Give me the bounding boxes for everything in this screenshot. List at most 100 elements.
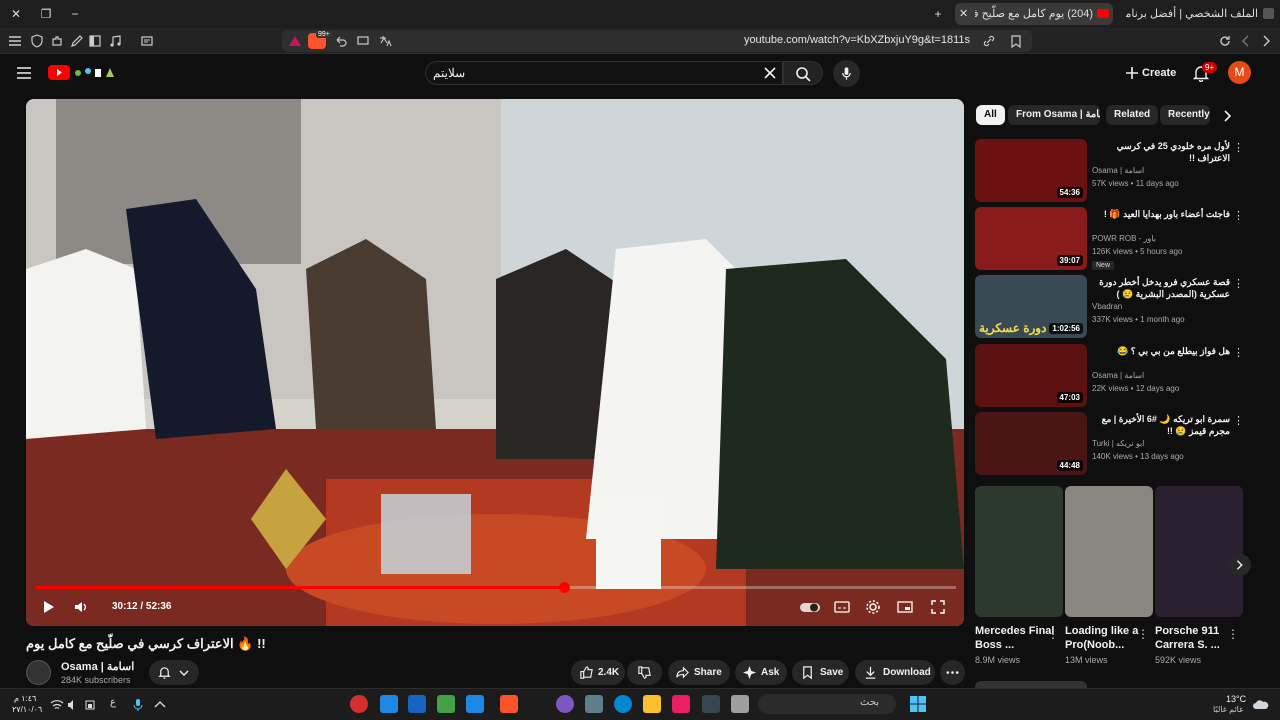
steam-icon[interactable] xyxy=(702,695,720,713)
short-title[interactable]: Loading like a Pro(Noob... xyxy=(1065,624,1145,652)
recommendation-channel[interactable]: POWR ROB - باور xyxy=(1092,234,1156,243)
app-icon-11[interactable] xyxy=(672,695,690,713)
cloud-icon[interactable] xyxy=(1252,697,1270,713)
hamburger-menu-icon[interactable] xyxy=(16,65,32,81)
more-vertical-icon[interactable]: ⋮ xyxy=(1233,414,1244,427)
chevron-right-icon[interactable] xyxy=(1220,109,1234,123)
forward-icon[interactable] xyxy=(1259,34,1273,48)
reader-icon[interactable] xyxy=(140,34,154,48)
recommendation-channel[interactable]: Osama | اسامة xyxy=(1092,166,1144,175)
account-avatar[interactable]: M xyxy=(1228,61,1251,84)
recommendation-item[interactable]: 39:07 فاجئت أعضاء باور بهدايا العيد 🎁 ! … xyxy=(975,207,1245,271)
subscription-bell-button[interactable] xyxy=(149,660,199,685)
link-icon[interactable] xyxy=(982,34,996,48)
recommendation-title[interactable]: سمرة ابو تريكه 🌙 #6 الأخيرة | مع مجرم قي… xyxy=(1092,413,1230,437)
recommendation-title[interactable]: لأول مره خلودي 25 في كرسي الاعتراف !! xyxy=(1092,140,1230,164)
recommendation-title[interactable]: هل فواز بيطلع من بي بي ؟ 😂 xyxy=(1092,345,1230,357)
share-button[interactable]: Share xyxy=(668,660,730,685)
input-language[interactable]: ع xyxy=(110,697,116,708)
chip-from-channel[interactable]: From Osama | اسامة xyxy=(1008,105,1100,125)
edge-icon[interactable] xyxy=(614,695,632,713)
volume-icon[interactable] xyxy=(73,599,89,615)
dislike-button[interactable] xyxy=(627,660,662,685)
app-icon-3[interactable] xyxy=(408,695,426,713)
back-icon[interactable] xyxy=(1239,34,1253,48)
more-vertical-icon[interactable]: ⋮ xyxy=(1233,141,1244,154)
more-actions-button[interactable] xyxy=(940,660,965,685)
music-icon[interactable] xyxy=(108,34,122,48)
ask-button[interactable]: Ask xyxy=(735,660,787,685)
recommendation-thumbnail[interactable]: 47:03 xyxy=(975,344,1087,407)
tab-youtube-video[interactable]: ✕ (204) يوم كامل مع صلّيح في كر xyxy=(955,3,1113,25)
voice-search-button[interactable] xyxy=(833,60,860,87)
minimize-window-icon[interactable]: − xyxy=(67,6,83,22)
channel-avatar[interactable] xyxy=(26,660,51,685)
recommendation-title[interactable]: قصة عسكري فرو يدخل أخطر دورة عسكرية (الم… xyxy=(1092,276,1230,300)
short-title[interactable]: Mercedes Final Boss ... xyxy=(975,624,1055,652)
app-icon-2[interactable] xyxy=(380,695,398,713)
wifi-icon[interactable] xyxy=(50,698,64,712)
subtitles-icon[interactable] xyxy=(834,599,850,615)
search-button[interactable] xyxy=(783,61,823,85)
more-vertical-icon[interactable]: ⋮ xyxy=(1233,346,1244,359)
undo-icon[interactable] xyxy=(334,34,348,48)
video-player[interactable] xyxy=(26,99,964,626)
recommendation-item[interactable]: 47:03 هل فواز بيطلع من بي بي ؟ 😂 Osama |… xyxy=(975,344,1245,408)
chevron-up-icon[interactable] xyxy=(153,698,167,712)
create-button[interactable]: Create xyxy=(1122,62,1176,84)
clock-date[interactable]: ٢٧/١٠/٠٦ xyxy=(12,705,42,714)
extensions-icon[interactable] xyxy=(50,34,64,48)
reload-icon[interactable] xyxy=(1218,34,1232,48)
short-title[interactable]: Porsche 911 Carrera S. ... xyxy=(1155,624,1235,652)
short-thumbnail[interactable] xyxy=(1065,486,1153,617)
brave-icon[interactable] xyxy=(500,695,518,713)
microphone-icon[interactable] xyxy=(131,698,145,712)
recommendation-channel[interactable]: Osama | اسامة xyxy=(1092,371,1144,380)
battery-icon[interactable] xyxy=(84,698,98,712)
weather-description[interactable]: غائم غالبًا xyxy=(1213,705,1243,714)
recommendation-thumbnail[interactable]: 39:07 xyxy=(975,207,1087,270)
autoplay-toggle[interactable] xyxy=(799,599,821,615)
recommendation-item[interactable]: دورة عسكرية 1:02:56 قصة عسكري فرو يدخل أ… xyxy=(975,275,1245,339)
recommendation-thumbnail[interactable]: 54:36 xyxy=(975,139,1087,202)
search-input[interactable] xyxy=(425,61,783,85)
more-vertical-icon[interactable]: ⋮ xyxy=(1227,627,1239,641)
menu-icon[interactable] xyxy=(8,34,22,48)
windows-start-icon[interactable] xyxy=(910,696,926,712)
doodle-icon[interactable] xyxy=(72,65,116,80)
restore-window-icon[interactable]: ❐ xyxy=(38,6,54,22)
more-vertical-icon[interactable]: ⋮ xyxy=(1233,209,1244,222)
tab-profile[interactable]: الملف الشخصي | أفضل برنامج لتعزيز الأ xyxy=(1118,3,1278,25)
app-icon-5[interactable] xyxy=(466,695,484,713)
recommendation-channel[interactable]: Vbadran xyxy=(1092,302,1122,311)
save-button[interactable]: Save xyxy=(792,660,849,685)
short-thumbnail[interactable] xyxy=(975,486,1063,617)
bookmark-icon[interactable] xyxy=(1009,34,1023,49)
recommendation-item[interactable]: 44:48 سمرة ابو تريكه 🌙 #6 الأخيرة | مع م… xyxy=(975,412,1245,476)
speaker-icon[interactable] xyxy=(66,698,80,712)
store-icon[interactable] xyxy=(585,695,603,713)
recommendation-thumbnail[interactable]: 44:48 xyxy=(975,412,1087,475)
recommendation-channel[interactable]: Turki | ابو تريكه xyxy=(1092,439,1144,448)
like-button[interactable]: 2.4K xyxy=(571,660,625,685)
new-tab-icon[interactable]: + xyxy=(930,6,946,22)
file-explorer-icon[interactable] xyxy=(643,695,661,713)
translate-icon[interactable] xyxy=(378,34,392,48)
chip-recently-uploaded[interactable]: Recently u xyxy=(1160,105,1210,125)
more-vertical-icon[interactable]: ⋮ xyxy=(1047,627,1059,641)
tab-close-icon[interactable]: ✕ xyxy=(959,3,968,25)
fullscreen-icon[interactable] xyxy=(930,599,946,615)
close-window-icon[interactable]: ✕ xyxy=(8,6,24,22)
progress-scrubber[interactable] xyxy=(559,582,570,593)
recommendation-title[interactable]: فاجئت أعضاء باور بهدايا العيد 🎁 ! xyxy=(1092,208,1230,220)
sidebar-icon[interactable] xyxy=(88,34,102,48)
shield-icon[interactable] xyxy=(30,34,44,48)
more-vertical-icon[interactable]: ⋮ xyxy=(1137,627,1149,641)
more-vertical-icon[interactable]: ⋮ xyxy=(1233,277,1244,290)
chip-all[interactable]: All xyxy=(976,105,1005,125)
short-thumbnail[interactable] xyxy=(1155,486,1243,617)
youtube-logo-icon[interactable] xyxy=(48,65,70,80)
recommendation-thumbnail[interactable]: دورة عسكرية 1:02:56 xyxy=(975,275,1087,338)
edit-icon[interactable] xyxy=(70,34,84,48)
channel-name[interactable]: Osama | اسامة xyxy=(61,660,134,673)
